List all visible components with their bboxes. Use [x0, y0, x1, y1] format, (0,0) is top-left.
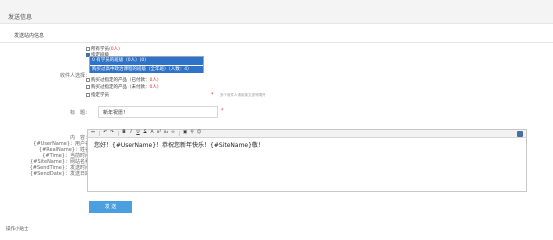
required-mark: * — [211, 92, 214, 98]
title-input[interactable] — [98, 106, 218, 118]
receiver-label: 收件人选择： — [59, 73, 90, 79]
undo-icon[interactable]: ↶ — [102, 131, 108, 137]
superscript-icon[interactable]: x² — [156, 131, 162, 137]
italic-icon[interactable]: I — [128, 131, 134, 137]
fullscreen-icon[interactable] — [517, 131, 523, 137]
content-label: 内 容： {#UserName}：用户名 {#RealName}：姓名 {#Ti… — [29, 135, 90, 177]
link-icon[interactable]: ∞ — [170, 131, 176, 137]
checkbox-purchased-paid[interactable] — [86, 77, 90, 82]
send-button[interactable]: 发 送 — [89, 201, 132, 213]
option-specified-student[interactable]: 指定学员 — [86, 92, 109, 98]
checkbox-purchased-unpaid[interactable] — [86, 84, 90, 89]
bold-icon[interactable]: B — [121, 131, 127, 137]
strikethrough-icon[interactable]: S — [142, 131, 148, 137]
emoji-icon[interactable]: ☺ — [196, 131, 202, 137]
option-purchased-unpaid[interactable]: 购买过指定的产品（未付款：0人) — [86, 84, 159, 90]
subscript-icon[interactable]: x₂ — [163, 131, 169, 137]
class-list-item[interactable]: 0 有学员的班级（0人）(0) — [90, 57, 203, 65]
section-title: 发送站内信息 — [14, 33, 45, 39]
required-mark: * — [221, 108, 224, 114]
search-icon[interactable]: ⚲ — [189, 131, 195, 137]
option-purchased-paid[interactable]: 购买过指定的产品（已付款：0人) — [86, 77, 159, 83]
editor-content[interactable]: 您好！{#UserName}！恭祝您新年快乐！{#SiteName}敬！ — [88, 138, 526, 154]
redo-icon[interactable]: ↷ — [109, 131, 115, 137]
page-title: 发送信息 — [8, 14, 33, 21]
message-form: 收件人选择： 所有学员(0人) 指定班级 0 有学员的班级（0人）(0) 购买过… — [8, 44, 528, 219]
title-label: 标 题： — [69, 110, 90, 116]
rich-text-editor[interactable]: ↔ ↶ ↷ B I U S A x² x₂ ∞ ▣ ⚲ ☺ 您好！{#UserN… — [87, 129, 527, 192]
editor-toolbar: ↔ ↶ ↷ B I U S A x² x₂ ∞ ▣ ⚲ ☺ — [88, 130, 526, 138]
page-header: 发送信息 — [0, 0, 553, 24]
section-bar: 发送站内信息 — [0, 27, 553, 43]
checkbox-specified-student[interactable] — [86, 92, 90, 97]
text-color-icon[interactable]: A — [149, 131, 155, 137]
source-icon[interactable]: ↔ — [90, 131, 96, 137]
class-listbox[interactable]: 0 有学员的班级（0人）(0) 购买过高中政治课程的班级（全年班）（人数：4） — [89, 56, 204, 73]
checkbox-all-students[interactable] — [86, 46, 90, 51]
receiver-hint: 多个收件人请用英文逗号隔开 — [220, 93, 266, 97]
tips-footer: 操作小贴士 — [6, 227, 29, 232]
class-list-item[interactable]: 购买过高中政治课程的班级（全年班）（人数：4） — [90, 65, 203, 73]
image-icon[interactable]: ▣ — [182, 131, 188, 137]
underline-icon[interactable]: U — [135, 131, 141, 137]
